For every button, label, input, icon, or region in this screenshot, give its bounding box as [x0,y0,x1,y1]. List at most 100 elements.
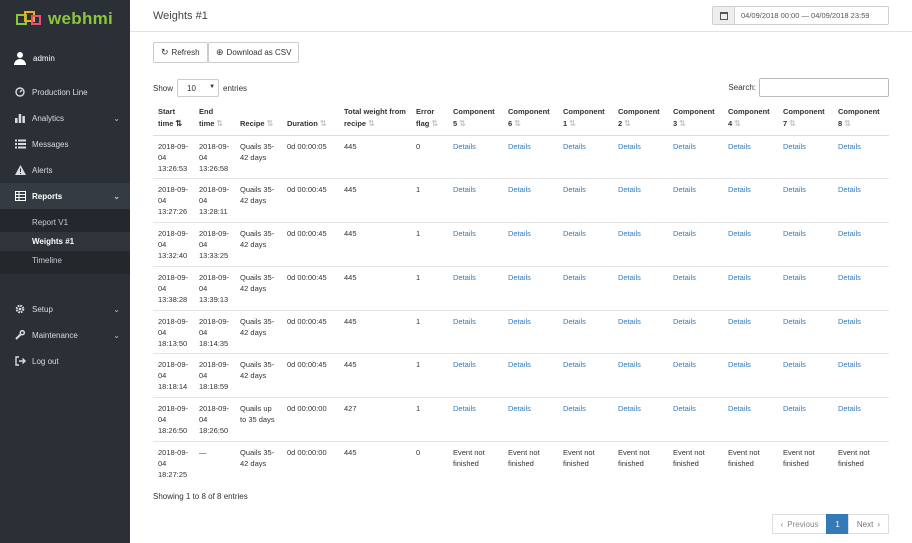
details-link[interactable]: Details [833,397,889,442]
details-link[interactable]: Details [833,134,889,179]
details-link[interactable]: Details [613,134,668,179]
column-header[interactable]: Duration ⇅ [282,102,339,136]
details-link[interactable]: Details [833,265,889,311]
details-link[interactable]: Details [668,309,723,354]
nav-reports[interactable]: Reports ⌄ [0,183,130,209]
details-link[interactable]: Details [503,178,558,223]
details-link[interactable]: Details [503,134,558,179]
date-range-picker[interactable]: 04/09/2018 00:00 — 04/09/2018 23:59 [712,6,889,25]
column-header[interactable]: Component 2 ⇅ [613,102,668,136]
logo[interactable]: webhmi [0,0,130,38]
details-link[interactable]: Details [723,178,778,223]
details-link[interactable]: Details [778,134,833,179]
previous-page-button[interactable]: ‹ Previous [771,514,828,534]
column-header[interactable]: Total weight from recipe ⇅ [339,102,411,136]
details-link[interactable]: Details [778,397,833,442]
details-link[interactable]: Details [448,397,503,442]
details-link[interactable]: Details [503,309,558,354]
column-header[interactable]: Recipe ⇅ [235,102,282,136]
details-link[interactable]: Details [833,309,889,354]
page-1-button[interactable]: 1 [826,514,849,534]
details-link[interactable]: Details [613,178,668,223]
details-link[interactable]: Details [778,222,833,267]
details-link[interactable]: Details [558,222,613,267]
details-link[interactable]: Details [448,222,503,267]
details-link[interactable]: Details [778,265,833,311]
column-header[interactable]: Component 7 ⇅ [778,102,833,136]
subnav-report-v1[interactable]: Report V1 [0,213,130,232]
details-link[interactable]: Details [833,178,889,223]
nav-logout[interactable]: Log out [0,348,130,374]
details-link[interactable]: Details [668,222,723,267]
details-link[interactable]: Details [668,178,723,223]
details-link[interactable]: Details [723,353,778,398]
table-cell: Event not finished [613,441,668,486]
entries-select[interactable]: 10 ▼ [177,79,220,97]
details-link[interactable]: Details [668,134,723,179]
refresh-button[interactable]: ↻ Refresh [153,42,208,63]
details-link[interactable]: Details [723,309,778,354]
details-link[interactable]: Details [448,353,503,398]
nav-production-line[interactable]: Production Line [0,79,130,105]
details-link[interactable]: Details [448,309,503,354]
details-link[interactable]: Details [558,265,613,311]
nav-messages[interactable]: Messages [0,131,130,157]
details-link[interactable]: Details [558,397,613,442]
column-header[interactable]: End time ⇅ [194,102,235,136]
details-link[interactable]: Details [833,222,889,267]
details-link[interactable]: Details [448,178,503,223]
date-range-value[interactable]: 04/09/2018 00:00 — 04/09/2018 23:59 [735,7,888,24]
next-page-button[interactable]: Next › [847,514,889,534]
details-link[interactable]: Details [448,134,503,179]
column-header[interactable]: Component 5 ⇅ [448,102,503,136]
details-link[interactable]: Details [503,265,558,311]
download-csv-button[interactable]: ⊕ Download as CSV [208,42,300,63]
details-link[interactable]: Details [778,353,833,398]
table-row: 2018-09-04 18:18:14 2018-09-04 18:18:59 Qu… [153,353,889,398]
details-link[interactable]: Details [448,265,503,311]
gear-icon [14,303,26,315]
details-link[interactable]: Details [613,309,668,354]
details-link[interactable]: Details [833,353,889,398]
column-header[interactable]: Component 8 ⇅ [833,102,889,136]
nav-alerts[interactable]: Alerts [0,157,130,183]
details-link[interactable]: Details [613,397,668,442]
user-profile[interactable]: admin [0,39,130,77]
calendar-icon[interactable] [713,7,735,24]
table-cell: 1 [411,397,448,442]
details-link[interactable]: Details [668,265,723,311]
details-link[interactable]: Details [723,397,778,442]
subnav-timeline[interactable]: Timeline [0,251,130,270]
column-header[interactable]: Error flag ⇅ [411,102,448,136]
details-link[interactable]: Details [503,353,558,398]
column-header[interactable]: Component 4 ⇅ [723,102,778,136]
details-link[interactable]: Details [613,222,668,267]
details-link[interactable]: Details [778,309,833,354]
details-link[interactable]: Details [613,265,668,311]
search-input[interactable] [759,78,889,97]
details-link[interactable]: Details [558,134,613,179]
subnav-weights-1[interactable]: Weights #1 [0,232,130,251]
nav-setup[interactable]: Setup ⌄ [0,296,130,322]
details-link[interactable]: Details [503,222,558,267]
table-cell: 2018-09-04 13:38:28 [153,265,194,311]
details-link[interactable]: Details [558,178,613,223]
column-header[interactable]: Component 1 ⇅ [558,102,613,136]
details-link[interactable]: Details [723,134,778,179]
nav-analytics[interactable]: Analytics ⌄ [0,105,130,131]
details-link[interactable]: Details [668,397,723,442]
details-link[interactable]: Details [668,353,723,398]
details-link[interactable]: Details [723,265,778,311]
sort-icon: ⇅ [431,118,439,128]
nav-maintenance[interactable]: Maintenance ⌄ [0,322,130,348]
details-link[interactable]: Details [778,178,833,223]
details-link[interactable]: Details [613,353,668,398]
column-header[interactable]: Component 3 ⇅ [668,102,723,136]
column-header[interactable]: Component 6 ⇅ [503,102,558,136]
table-cell: 2018-09-04 18:14:35 [194,309,235,354]
details-link[interactable]: Details [723,222,778,267]
column-header[interactable]: Start time ⇅ [153,102,194,136]
details-link[interactable]: Details [558,353,613,398]
details-link[interactable]: Details [558,309,613,354]
details-link[interactable]: Details [503,397,558,442]
